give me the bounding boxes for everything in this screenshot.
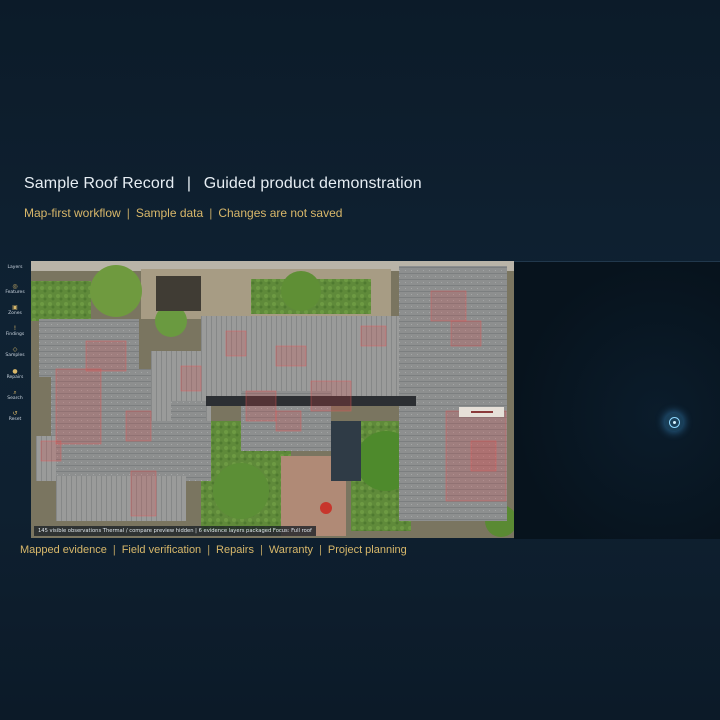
toolbar-button-features[interactable]: ◎ Features xyxy=(1,279,29,299)
toolbar-button-findings[interactable]: ! Findings xyxy=(1,322,29,342)
toolbar-button-samples[interactable]: ◇ Samples xyxy=(1,343,29,363)
map-toolbar: Layers ◎ Features ▣ Zones ! Findings ◇ S… xyxy=(0,258,30,428)
toolbar-label: Features xyxy=(5,289,25,295)
toolbar-label: Repairs xyxy=(6,374,24,380)
page: Sample Roof Record | Guided product demo… xyxy=(0,0,720,720)
location-marker[interactable] xyxy=(665,413,683,431)
title-mode: Guided product demonstration xyxy=(203,175,422,192)
toolbar-label: Zones xyxy=(8,310,22,316)
toolbar-label: Reset xyxy=(8,417,22,423)
footer-item: Warranty xyxy=(268,544,314,556)
subtitle: Map-first workflow | Sample data | Changes a… xyxy=(24,206,342,220)
footer-separator: | xyxy=(112,544,116,556)
repairs-icon: ● xyxy=(12,367,18,375)
subtitle-separator: | xyxy=(126,206,130,220)
features-icon: ◎ xyxy=(12,282,18,290)
subtitle-item: Map-first workflow xyxy=(24,206,121,220)
title-separator: | xyxy=(186,175,192,192)
subtitle-item: Changes are not saved xyxy=(218,206,343,220)
subtitle-item: Sample data xyxy=(135,206,204,220)
toolbar-label: Layers xyxy=(7,264,23,270)
title-record-name: Sample Roof Record xyxy=(24,175,175,192)
subtitle-separator: | xyxy=(209,206,213,220)
search-icon: ⌕ xyxy=(13,388,17,396)
footer-separator: | xyxy=(207,544,211,556)
toolbar-button-zones[interactable]: ▣ Zones xyxy=(1,301,29,321)
toolbar-label: Samples xyxy=(5,353,25,359)
zones-icon: ▣ xyxy=(12,303,18,311)
footer-item: Repairs xyxy=(216,544,254,556)
aerial-roof-map[interactable]: 145 visible observations Thermal / compa… xyxy=(31,261,514,538)
toolbar-button-search[interactable]: ⌕ Search xyxy=(1,386,29,406)
footer-separator: | xyxy=(259,544,263,556)
page-title: Sample Roof Record | Guided product demo… xyxy=(24,175,422,193)
footer-item: Field verification xyxy=(121,544,202,556)
footer-feature-list: Mapped evidence | Field verification | Repai… xyxy=(20,544,407,556)
location-marker-dot xyxy=(672,420,676,424)
location-marker-ring xyxy=(668,416,680,428)
toolbar-label: Search xyxy=(7,395,23,401)
footer-separator: | xyxy=(319,544,322,556)
map-side-panel xyxy=(514,261,720,539)
toolbar-button-layers[interactable]: Layers xyxy=(1,258,29,278)
toolbar-button-repairs[interactable]: ● Repairs xyxy=(1,364,29,384)
map-status-bar: 145 visible observations Thermal / compa… xyxy=(34,526,316,536)
footer-item: Mapped evidence xyxy=(20,544,107,556)
toolbar-button-reset[interactable]: ↺ Reset xyxy=(1,407,29,427)
roof-aerial-image xyxy=(31,261,514,538)
toolbar-label: Findings xyxy=(5,332,25,338)
footer-item: Project planning xyxy=(327,544,407,556)
